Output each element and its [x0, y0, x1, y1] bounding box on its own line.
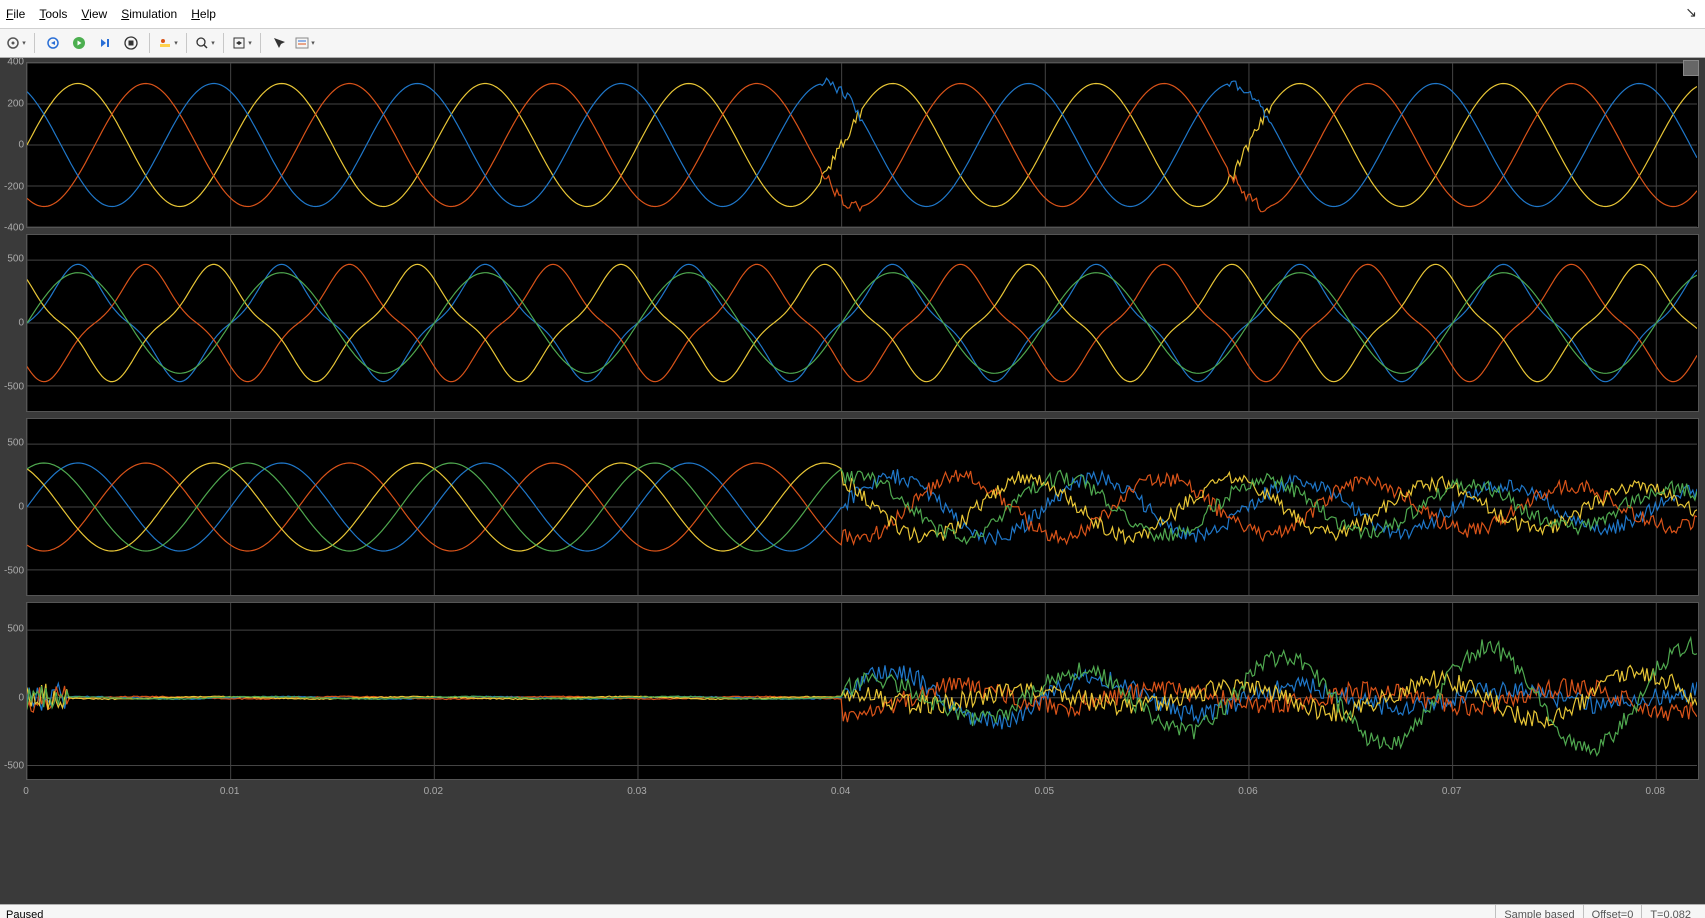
- menu-file[interactable]: File: [6, 7, 25, 21]
- separator: [223, 33, 224, 53]
- y-tick: -500: [4, 761, 24, 772]
- separator: [186, 33, 187, 53]
- y-tick: 0: [18, 318, 24, 329]
- highlight-button[interactable]: [156, 31, 180, 55]
- x-axis: 0 0.01 0.02 0.03 0.04 0.05 0.06 0.07 0.08: [26, 786, 1699, 802]
- y-tick: 500: [7, 254, 24, 265]
- cursor-measure-button[interactable]: [267, 31, 291, 55]
- menu-view[interactable]: View: [81, 7, 107, 21]
- x-tick: 0.06: [1238, 786, 1257, 797]
- x-tick: 0.03: [627, 786, 646, 797]
- menu-bar: File Tools View Simulation Help ↘: [0, 0, 1705, 29]
- x-tick: 0.02: [424, 786, 443, 797]
- zoom-button[interactable]: [193, 31, 217, 55]
- y-tick: 0: [18, 692, 24, 703]
- y-tick: 0: [18, 140, 24, 151]
- fit-to-view-button[interactable]: [230, 31, 254, 55]
- run-button[interactable]: [67, 31, 91, 55]
- dock-icon[interactable]: ↘: [1685, 4, 1697, 21]
- y-tick: -400: [4, 223, 24, 234]
- menu-simulation[interactable]: Simulation: [121, 7, 177, 21]
- x-tick: 0.08: [1646, 786, 1665, 797]
- maximize-axes-icon[interactable]: [1683, 60, 1699, 76]
- status-bar: Paused Sample based Offset=0 T=0.082: [0, 904, 1705, 918]
- scope-axes-3[interactable]: -5000500: [26, 418, 1699, 596]
- scope-axes-2[interactable]: -5000500: [26, 234, 1699, 412]
- status-sample-mode: Sample based: [1495, 905, 1582, 918]
- y-tick: 500: [7, 438, 24, 449]
- y-tick: 500: [7, 624, 24, 635]
- separator: [260, 33, 261, 53]
- menu-tools[interactable]: Tools: [39, 7, 67, 21]
- y-tick: 0: [18, 502, 24, 513]
- toolbar: [0, 29, 1705, 58]
- step-forward-button[interactable]: [93, 31, 117, 55]
- stop-button[interactable]: [119, 31, 143, 55]
- status-left: Paused: [6, 909, 43, 918]
- scope-plot-area: -400-2000200400-5000500-5000500-5000500 …: [0, 58, 1705, 904]
- y-tick: -200: [4, 181, 24, 192]
- y-tick: 200: [7, 98, 24, 109]
- y-tick: -500: [4, 565, 24, 576]
- x-tick: 0: [23, 786, 29, 797]
- menu-help[interactable]: Help: [191, 7, 216, 21]
- toggle-legend-button[interactable]: [293, 31, 317, 55]
- scope-axes-4[interactable]: -5000500: [26, 602, 1699, 780]
- separator: [149, 33, 150, 53]
- y-tick: -500: [4, 381, 24, 392]
- x-tick: 0.04: [831, 786, 850, 797]
- x-tick: 0.07: [1442, 786, 1461, 797]
- separator: [34, 33, 35, 53]
- x-tick: 0.05: [1035, 786, 1054, 797]
- scope-axes-1[interactable]: -400-2000200400: [26, 62, 1699, 228]
- print-button[interactable]: [41, 31, 65, 55]
- y-tick: 400: [7, 57, 24, 68]
- status-time: T=0.082: [1641, 905, 1699, 918]
- status-offset: Offset=0: [1583, 905, 1642, 918]
- settings-button[interactable]: [4, 31, 28, 55]
- x-tick: 0.01: [220, 786, 239, 797]
